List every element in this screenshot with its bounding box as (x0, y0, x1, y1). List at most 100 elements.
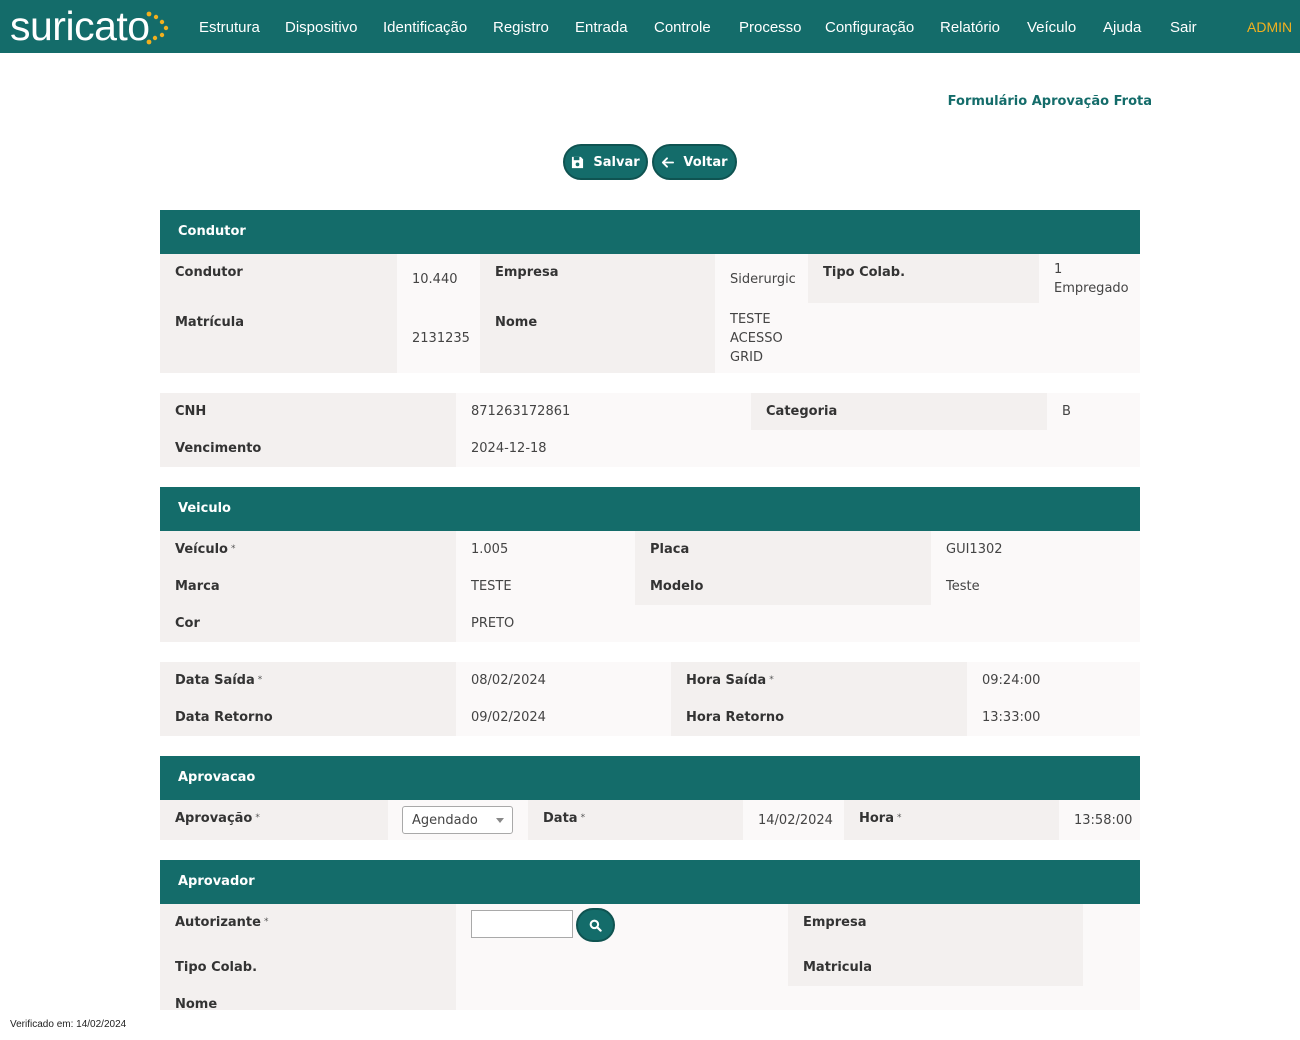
tipo-colab-label-cell: Tipo Colab. (808, 254, 1039, 303)
nav-processo[interactable]: Processo (739, 0, 802, 53)
nome-aprovador-label: Nome (175, 997, 218, 1012)
data-retorno-value: 09/02/2024 (471, 710, 546, 725)
matricula-label: Matrícula (175, 315, 244, 330)
matricula-value: 2131235 (412, 331, 470, 346)
hora-saida-label-text: Hora Saída (686, 673, 767, 688)
required-marker: * (897, 813, 902, 823)
autorizante-input[interactable] (471, 910, 573, 938)
hora-aprovacao-label-cell: Hora * (844, 800, 1059, 840)
hora-saida-label: Hora Saída * (686, 673, 774, 688)
verification-date-note: Verificado em: 14/02/2024 (10, 1019, 127, 1030)
aprovacao-label-text: Aprovação (175, 811, 253, 826)
data-saida-label-text: Data Saída (175, 673, 255, 688)
veiculo-label: Veículo * (175, 542, 235, 557)
data-saida-label: Data Saída * (175, 673, 262, 688)
search-icon (589, 919, 602, 932)
marca-value: TESTE (471, 579, 512, 594)
cnh-label-cell: CNH Vencimento (160, 393, 456, 467)
empresa-aprovador-label: Empresa (803, 915, 867, 930)
hora-retorno-value: 13:33:00 (982, 710, 1041, 725)
autorizante-label-cell: Autorizante * Tipo Colab. Nome (160, 904, 456, 1012)
aprovacao-select[interactable]: Agendado (402, 806, 513, 834)
back-button[interactable]: Voltar (652, 144, 737, 180)
logo-dots-icon (146, 11, 169, 45)
save-button[interactable]: Salvar (563, 144, 648, 180)
modelo-label: Modelo (650, 579, 704, 594)
empresa-value: Siderurgic (730, 272, 796, 287)
section-header-veiculo: Veiculo (160, 487, 1140, 531)
required-marker: * (263, 917, 269, 927)
cnh-value: 871263172861 (471, 404, 571, 419)
nome-value-line2: ACESSO (730, 331, 783, 346)
hora-saida-value: 09:24:00 (982, 673, 1041, 688)
tipo-colab-value-line2: Empregado (1054, 281, 1129, 296)
section-header-condutor: Condutor (160, 210, 1140, 254)
vencimento-label: Vencimento (175, 441, 262, 456)
autorizante-label-text: Autorizante (175, 915, 261, 930)
data-saida-label-cell: Data Saída * Data Retorno (160, 662, 456, 736)
nav-registro[interactable]: Registro (493, 0, 549, 53)
required-marker: * (769, 675, 774, 685)
condutor-label-cell: Condutor Matrícula (160, 254, 397, 373)
matricula-aprovador-label: Matricula (803, 960, 872, 975)
data-aprovacao-label-text: Data (543, 811, 578, 826)
categoria-value: B (1062, 404, 1071, 419)
categoria-label-cell: Categoria (751, 393, 1047, 430)
section-header-aprovador: Aprovador (160, 860, 1140, 904)
hora-aprovacao-label-text: Hora (859, 811, 894, 826)
data-aprovacao-label-cell: Data * (528, 800, 743, 840)
cor-label: Cor (175, 616, 200, 631)
veiculo-label-text: Veículo (175, 542, 228, 557)
arrow-left-icon (662, 156, 675, 168)
nav-configuracao[interactable]: Configuração (825, 0, 914, 53)
placa-label-cell: Placa Modelo (635, 531, 931, 605)
empresa-label-cell: Empresa Nome (480, 254, 715, 373)
hora-aprovacao-value: 13:58:00 (1074, 813, 1133, 828)
tipo-colab-value-line1: 1 (1054, 262, 1063, 277)
condutor-value: 10.440 (412, 272, 458, 287)
veiculo-value: 1.005 (471, 542, 509, 557)
nav-dispositivo[interactable]: Dispositivo (285, 0, 358, 53)
hora-aprovacao-label: Hora * (859, 811, 902, 826)
data-aprovacao-value: 14/02/2024 (758, 813, 833, 828)
marca-label: Marca (175, 579, 220, 594)
categoria-label: Categoria (766, 404, 838, 419)
cnh-label: CNH (175, 404, 207, 419)
nome-value-line1: TESTE (730, 312, 771, 327)
tipo-colab-label: Tipo Colab. (823, 265, 906, 280)
data-retorno-label: Data Retorno (175, 710, 273, 725)
page-title: Formulário Aprovação Frota (947, 94, 1152, 109)
nav-ajuda[interactable]: Ajuda (1103, 0, 1141, 53)
nav-estrutura[interactable]: Estrutura (199, 0, 260, 53)
required-marker: * (257, 675, 263, 685)
vencimento-value: 2024-12-18 (471, 441, 547, 456)
veiculo-label-cell: Veículo * Marca Cor (160, 531, 456, 642)
aprovacao-label-cell: Aprovação * (160, 800, 388, 840)
empresa-aprovador-label-cell: Empresa Matricula (788, 904, 1083, 986)
data-saida-value: 08/02/2024 (471, 673, 546, 688)
condutor-label: Condutor (175, 265, 243, 280)
required-marker: * (580, 813, 586, 823)
nav-identificacao[interactable]: Identificação (383, 0, 467, 53)
nome-label: Nome (495, 315, 538, 330)
nav-relatorio[interactable]: Relatório (940, 0, 1000, 53)
back-button-label: Voltar (683, 154, 728, 170)
nav-veiculo[interactable]: Veículo (1027, 0, 1076, 53)
modelo-value: Teste (946, 579, 980, 594)
top-navigation-bar: suricato Estrutura Dispositivo Identific… (0, 0, 1300, 53)
nav-sair[interactable]: Sair (1170, 0, 1197, 53)
required-marker: * (230, 544, 236, 554)
hora-saida-label-cell: Hora Saída * Hora Retorno (671, 662, 967, 736)
user-admin-label[interactable]: ADMIN (1247, 0, 1292, 53)
autorizante-label: Autorizante * (175, 915, 268, 930)
section-header-aprovacao: Aprovacao (160, 756, 1140, 800)
save-button-label: Salvar (593, 154, 640, 170)
aprovacao-selected-value: Agendado (412, 813, 478, 828)
floppy-disk-icon (572, 156, 584, 168)
search-autorizante-button[interactable] (576, 908, 615, 942)
nav-entrada[interactable]: Entrada (575, 0, 628, 53)
required-marker: * (255, 813, 260, 823)
hora-retorno-label: Hora Retorno (686, 710, 785, 725)
nav-controle[interactable]: Controle (654, 0, 711, 53)
placa-value: GUI1302 (946, 542, 1003, 557)
